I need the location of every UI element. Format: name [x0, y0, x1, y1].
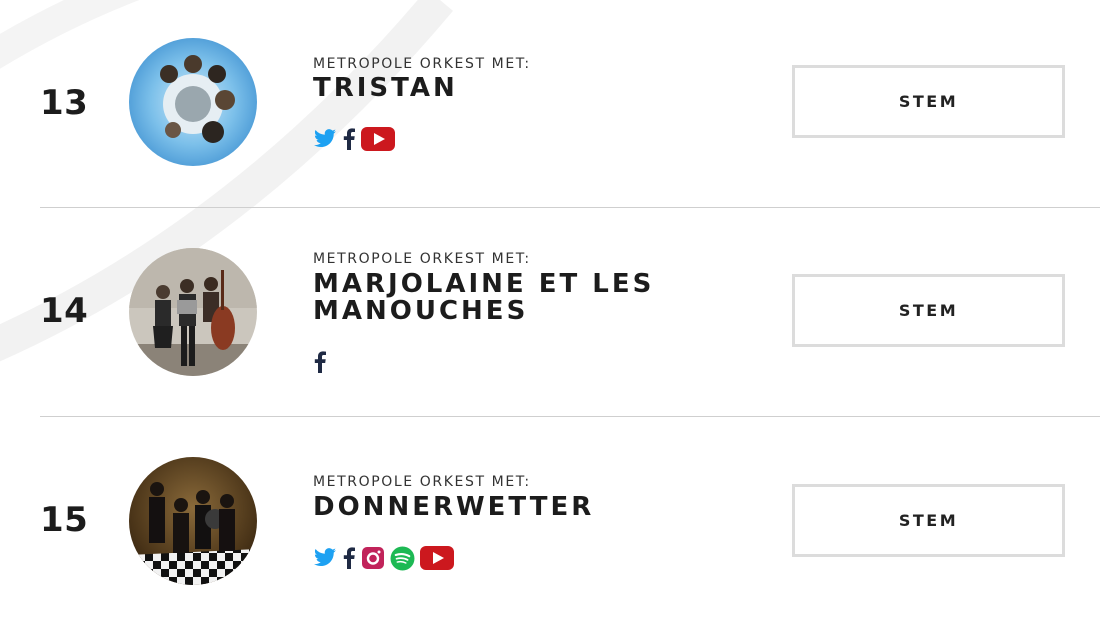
row-subtitle: METROPOLE ORKEST MET: — [313, 56, 531, 72]
social-links — [313, 349, 327, 375]
vote-button[interactable]: STEM — [792, 484, 1065, 557]
facebook-icon[interactable] — [313, 351, 327, 373]
entry-row-14: 14 METROPOLE ORKEST MET: MARJOLAINE ET L… — [0, 208, 1104, 416]
instagram-icon[interactable] — [361, 546, 385, 570]
facebook-icon[interactable] — [342, 128, 356, 150]
social-links — [313, 126, 395, 152]
artist-name[interactable]: DONNERWETTER — [313, 494, 733, 521]
artist-name[interactable]: MARJOLAINE ET LES MANOUCHES — [313, 271, 733, 325]
social-links — [313, 545, 454, 571]
entry-row-13: 13 METROPOLE ORKEST MET: TRISTAN STEM — [0, 0, 1104, 207]
youtube-icon[interactable] — [420, 546, 454, 570]
vote-button[interactable]: STEM — [792, 65, 1065, 138]
rank-number: 13 — [40, 83, 89, 123]
youtube-icon[interactable] — [361, 127, 395, 151]
row-subtitle: METROPOLE ORKEST MET: — [313, 474, 531, 490]
rank-number: 14 — [40, 291, 89, 331]
row-subtitle: METROPOLE ORKEST MET: — [313, 251, 531, 267]
rank-number: 15 — [40, 500, 89, 540]
entry-row-15: 15 METROPOLE ORKEST MET: DONNERWETTER ST… — [0, 417, 1104, 620]
facebook-icon[interactable] — [342, 547, 356, 569]
spotify-icon[interactable] — [390, 546, 415, 571]
artist-photo — [129, 457, 257, 585]
vote-button[interactable]: STEM — [792, 274, 1065, 347]
artist-photo — [129, 248, 257, 376]
artist-name[interactable]: TRISTAN — [313, 75, 733, 102]
twitter-icon[interactable] — [313, 547, 337, 569]
twitter-icon[interactable] — [313, 128, 337, 150]
artist-photo — [129, 38, 257, 166]
